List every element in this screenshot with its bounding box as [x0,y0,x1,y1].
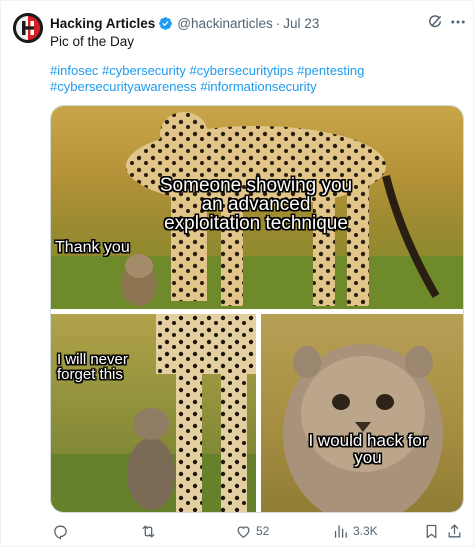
meme-image[interactable]: Someone showing you an advanced exploita… [50,105,464,513]
share-button[interactable] [446,521,463,541]
hashtag-list: #infosec #cybersecurity #cybersecurityti… [50,63,450,95]
views-icon [334,524,347,538]
author-name[interactable]: Hacking Articles [50,16,155,31]
retweet-button[interactable] [140,521,157,541]
hashtag-link[interactable]: #informationsecurity [200,79,316,94]
author-handle[interactable]: @hackinarticles [177,16,273,31]
caption-never-forget: I will never forget this [57,351,128,383]
avatar[interactable] [13,13,43,43]
hashtag-link[interactable]: #cybersecurity [102,63,186,78]
hashtag-link[interactable]: #cybersecurityawareness [50,79,197,94]
caption-would-hack: I would hack for you [308,431,428,467]
hashtag-link[interactable]: #pentesting [297,63,364,78]
like-button[interactable]: 52 [235,521,269,541]
tweet-header: Hacking Articles @hackinarticles · Jul 2… [50,13,319,33]
views-count: 3.3K [353,524,378,538]
views-button[interactable]: 3.3K [332,521,378,541]
reply-icon [54,525,67,540]
heart-icon [237,525,250,538]
caption-main: Someone showing you an advanced exploita… [159,175,353,234]
bookmark-button[interactable] [423,521,440,541]
grok-icon[interactable] [426,13,446,33]
meme-panel-top: Someone showing you an advanced exploita… [51,106,463,309]
verified-badge-icon [158,16,173,31]
caption-thank-you: Thank you [55,239,130,256]
separator-dot: · [275,15,281,31]
meme-panel-bottom-left: I will never forget this [51,314,256,512]
post-time[interactable]: Jul 23 [283,16,319,31]
share-icon [448,523,461,537]
hashtag-link[interactable]: #cybersecuritytips [189,63,293,78]
like-count: 52 [256,524,270,538]
retweet-icon [142,525,155,537]
hacking-articles-logo-icon [13,13,43,43]
bookmark-icon [426,524,437,538]
hashtag-link[interactable]: #infosec [50,63,98,78]
tweet-card[interactable]: Hacking Articles @hackinarticles · Jul 2… [0,0,474,547]
reply-button[interactable] [52,521,69,541]
tweet-text: Pic of the Day [50,34,135,49]
meme-panel-bottom-right: I would hack for you [261,314,463,512]
action-bar: 52 3.3K [50,521,464,541]
more-icon[interactable] [449,13,469,33]
